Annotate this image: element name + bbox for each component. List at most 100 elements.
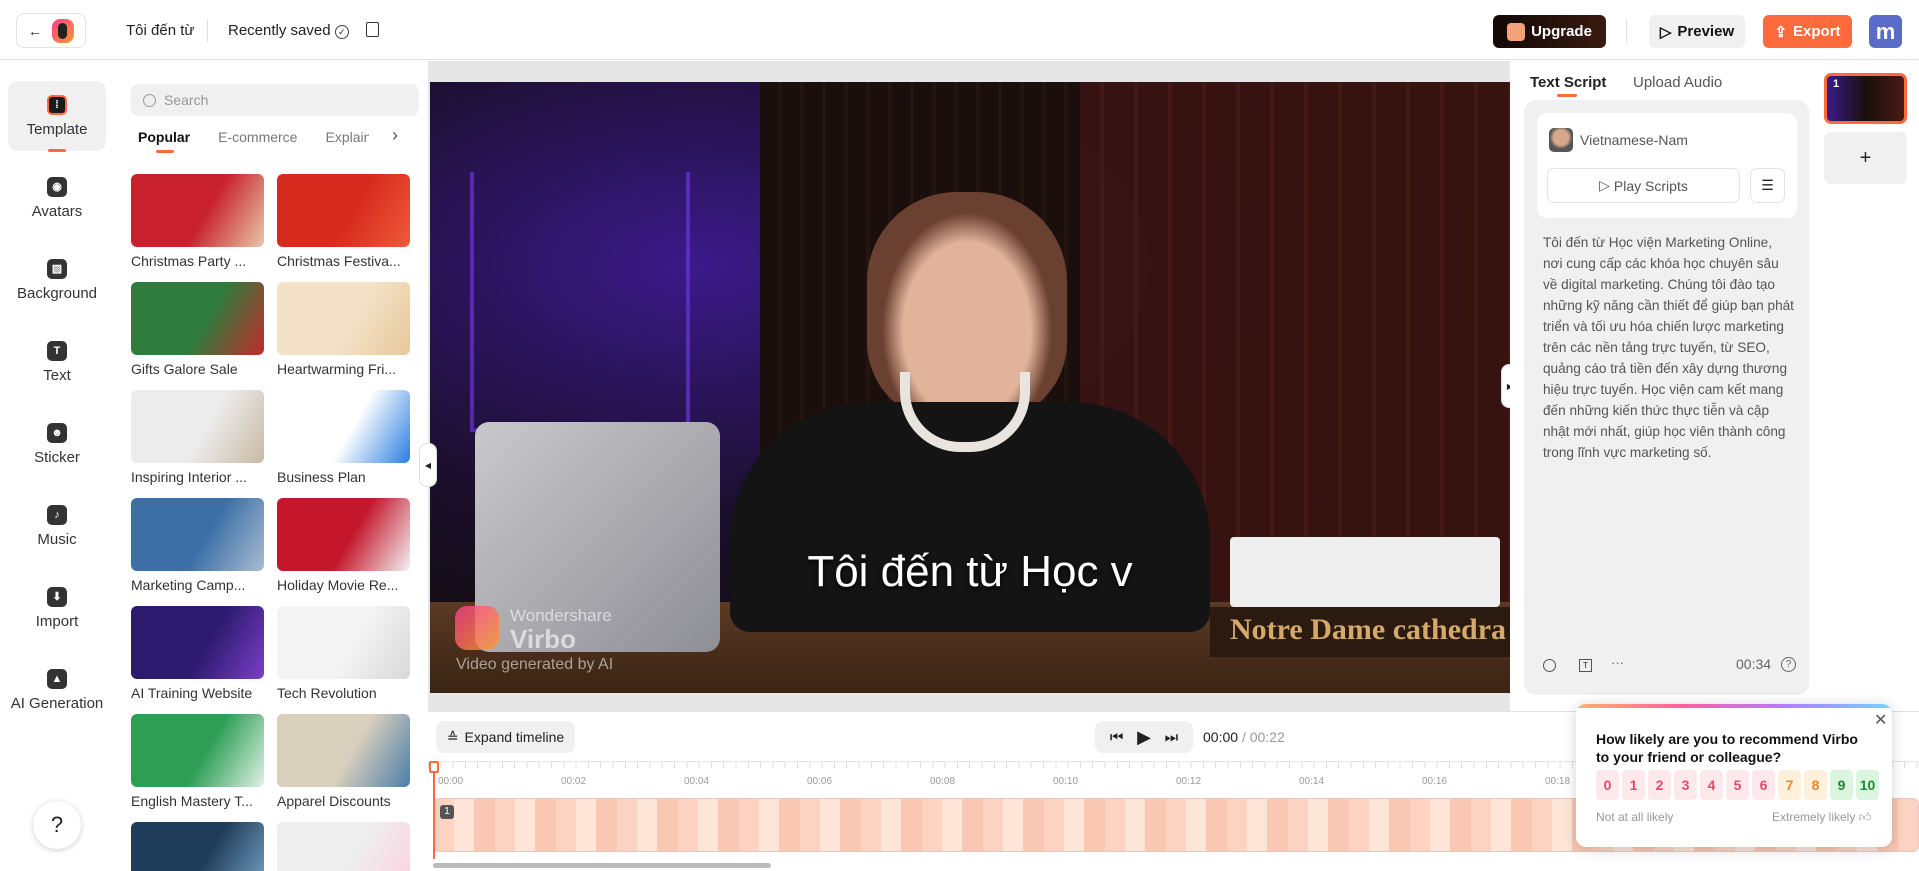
- text-icon: T: [47, 340, 67, 361]
- tick-label: 00:18: [1545, 776, 1571, 787]
- template-title: Apparel Discounts: [277, 793, 391, 809]
- playhead-handle[interactable]: [429, 761, 439, 773]
- template-title: Christmas Party ...: [131, 253, 247, 269]
- tab-e-commerce[interactable]: E-commerce: [218, 129, 297, 145]
- score-7[interactable]: 7: [1778, 770, 1801, 800]
- score-2[interactable]: 2: [1648, 770, 1671, 800]
- score-9[interactable]: 9: [1830, 770, 1853, 800]
- nav-item-label: Import: [35, 612, 79, 630]
- chevron-right-icon[interactable]: ›: [392, 125, 398, 146]
- template-thumbnail[interactable]: [131, 174, 264, 247]
- template-thumbnail[interactable]: [277, 174, 410, 247]
- tab-popular[interactable]: Popular: [138, 129, 190, 153]
- template-thumbnail[interactable]: [131, 282, 264, 355]
- template-card[interactable]: Christmas Festiva...: [277, 174, 410, 269]
- play-scripts-button[interactable]: ▷ Play Scripts: [1547, 168, 1740, 203]
- project-title[interactable]: Tôi đến từ: [126, 22, 194, 39]
- nav-item-avatars[interactable]: ◉ Avatars: [8, 163, 106, 233]
- template-card[interactable]: [131, 822, 264, 871]
- template-search[interactable]: Search: [131, 84, 419, 116]
- template-card[interactable]: Gifts Galore Sale: [131, 282, 264, 377]
- template-card[interactable]: English Mastery T...: [131, 714, 264, 809]
- preview-button[interactable]: ▷ Preview: [1649, 15, 1745, 48]
- template-thumbnail[interactable]: [131, 606, 264, 679]
- score-8[interactable]: 8: [1804, 770, 1827, 800]
- nav-item-background[interactable]: ▨ Background: [8, 245, 106, 315]
- add-slide-button[interactable]: +: [1824, 132, 1907, 184]
- tab-upload-audio[interactable]: Upload Audio: [1633, 74, 1722, 91]
- play-icon[interactable]: ▶: [1137, 727, 1151, 748]
- nav-item-ai-generation[interactable]: ▲ AI Generation: [8, 655, 106, 725]
- close-icon[interactable]: ✕: [1874, 710, 1887, 730]
- tab-explain[interactable]: Explain: [325, 129, 369, 145]
- user-avatar[interactable]: m: [1869, 15, 1902, 48]
- template-card[interactable]: Tech Revolution: [277, 606, 410, 701]
- score-0[interactable]: 0: [1596, 770, 1619, 800]
- template-thumbnail[interactable]: [277, 282, 410, 355]
- export-button[interactable]: ⇪ Export: [1763, 15, 1852, 48]
- playback-controls: ⏮ ▶ ⏭: [1095, 721, 1193, 753]
- template-thumbnail[interactable]: [277, 390, 410, 463]
- watermark-note: Video generated by AI: [456, 656, 614, 673]
- voice-settings-button[interactable]: ☰: [1750, 168, 1785, 203]
- slide-thumbnail[interactable]: 1: [1824, 73, 1907, 124]
- skip-forward-icon[interactable]: ⏭: [1165, 729, 1179, 746]
- back-button[interactable]: ←: [16, 13, 86, 48]
- template-card[interactable]: Christmas Party ...: [131, 174, 264, 269]
- video-preview[interactable]: Notre Dame cathedra Tôi đến từ Học v Won…: [430, 82, 1510, 693]
- score-4[interactable]: 4: [1700, 770, 1723, 800]
- score-6[interactable]: 6: [1752, 770, 1775, 800]
- template-card[interactable]: Heartwarming Fri...: [277, 282, 410, 377]
- score-1[interactable]: 1: [1622, 770, 1645, 800]
- help-button[interactable]: ?: [33, 801, 81, 849]
- voice-name[interactable]: Vietnamese-Nam: [1580, 132, 1688, 148]
- collapse-left-panel[interactable]: ◀: [419, 443, 437, 487]
- help-icon[interactable]: ?: [1781, 657, 1796, 672]
- timeline-scrollbar[interactable]: [433, 863, 771, 868]
- template-card[interactable]: AI Training Website: [131, 606, 264, 701]
- template-thumbnail[interactable]: [277, 498, 410, 571]
- script-text[interactable]: Tôi đến từ Học viện Marketing Online, nơ…: [1543, 232, 1795, 463]
- template-thumbnail[interactable]: [131, 498, 264, 571]
- template-thumbnail[interactable]: [277, 822, 410, 871]
- template-thumbnail[interactable]: [277, 606, 410, 679]
- virbo-logo: [52, 18, 74, 43]
- subtitle[interactable]: Tôi đến từ Học v: [430, 547, 1510, 597]
- nav-item-import[interactable]: ⬇ Import: [8, 573, 106, 643]
- score-10[interactable]: 10: [1856, 770, 1879, 800]
- template-thumbnail[interactable]: [131, 714, 264, 787]
- template-card[interactable]: Apparel Discounts: [277, 714, 410, 809]
- template-card[interactable]: Marketing Camp...: [131, 498, 264, 593]
- text-style-icon[interactable]: T: [1579, 659, 1592, 672]
- template-card[interactable]: Holiday Movie Re...: [277, 498, 410, 593]
- template-thumbnail[interactable]: [131, 390, 264, 463]
- nav-item-template[interactable]: ⁞ Template: [8, 81, 106, 152]
- clock-icon[interactable]: [1543, 659, 1556, 672]
- score-5[interactable]: 5: [1726, 770, 1749, 800]
- nps-survey: ✕ How likely are you to recommend Virbo …: [1576, 704, 1892, 847]
- nav-item-music[interactable]: ♪ Music: [8, 491, 106, 561]
- template-card[interactable]: Inspiring Interior ...: [131, 390, 264, 485]
- save-icon[interactable]: [366, 22, 379, 37]
- expand-icon: ≙: [446, 728, 459, 745]
- score-3[interactable]: 3: [1674, 770, 1697, 800]
- tab-text-script[interactable]: Text Script: [1530, 74, 1606, 91]
- template-icon: ⁞: [47, 94, 67, 115]
- slides-column: 1 +: [1810, 61, 1919, 711]
- more-icon[interactable]: ···: [1611, 655, 1624, 670]
- template-card[interactable]: [277, 822, 410, 871]
- playhead[interactable]: [433, 761, 435, 859]
- expand-timeline-button[interactable]: ≙ Expand timeline: [436, 721, 575, 753]
- template-thumbnail[interactable]: [277, 714, 410, 787]
- music-icon: ♪: [47, 504, 67, 525]
- current-time: 00:00: [1203, 729, 1239, 745]
- upgrade-button[interactable]: Upgrade: [1493, 15, 1606, 48]
- nav-item-sticker[interactable]: ☻ Sticker: [8, 409, 106, 479]
- skip-back-icon[interactable]: ⏮: [1110, 729, 1124, 746]
- nav-item-text[interactable]: T Text: [8, 327, 106, 397]
- template-panel: Search Popular E-commerce Explain › Chri…: [120, 61, 428, 871]
- tab-indicator: [1557, 94, 1577, 97]
- template-thumbnail[interactable]: [131, 822, 264, 871]
- template-card[interactable]: Business Plan: [277, 390, 410, 485]
- slide-number: 1: [1833, 78, 1840, 90]
